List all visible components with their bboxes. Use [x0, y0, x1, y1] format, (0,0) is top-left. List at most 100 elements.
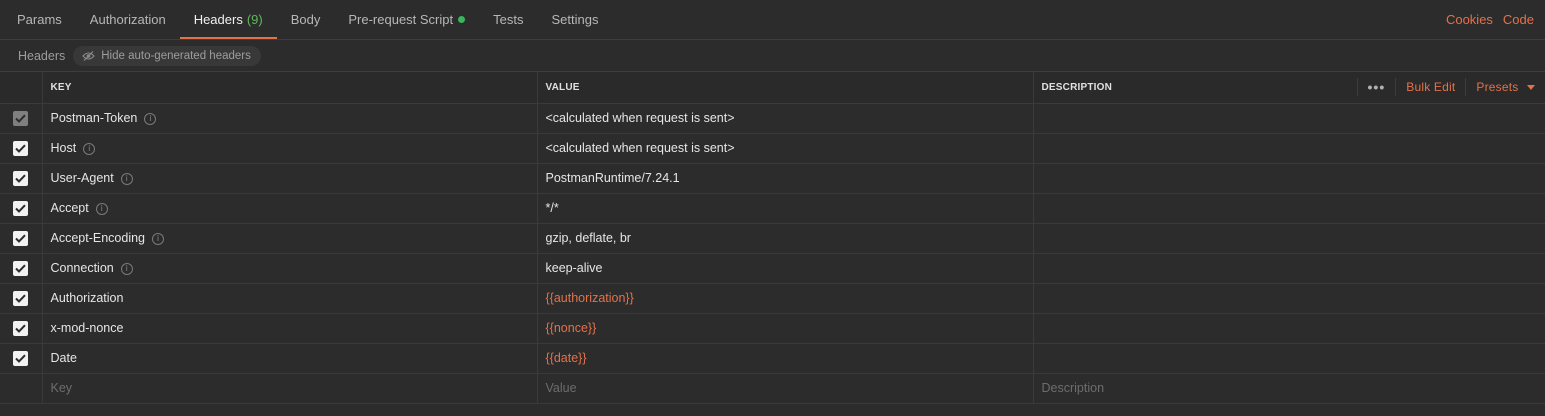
header-key-cell[interactable]: Accept i	[41, 192, 538, 224]
row-checkbox[interactable]	[13, 230, 29, 246]
row-checkbox-cell	[0, 222, 43, 254]
header-value: {{authorization}}	[545, 291, 634, 305]
new-value-input[interactable]: Value	[536, 372, 1034, 404]
header-key-cell[interactable]: Authorization	[41, 282, 538, 314]
headers-table: KEY VALUE DESCRIPTION ••• Bulk Edit Pres…	[0, 72, 1545, 404]
header-description-cell[interactable]	[1032, 162, 1545, 194]
info-icon[interactable]: i	[152, 232, 165, 245]
header-description-cell[interactable]	[1032, 132, 1545, 164]
tab-tests[interactable]: Tests	[479, 0, 537, 39]
info-icon[interactable]: i	[144, 112, 157, 125]
tab-authorization[interactable]: Authorization	[76, 0, 180, 39]
row-checkbox-cell	[0, 132, 43, 164]
empty-checkbox-cell	[0, 372, 43, 404]
caret-down-icon	[1526, 84, 1535, 90]
header-key-cell[interactable]: Date	[41, 342, 538, 374]
new-key-input[interactable]: Key	[41, 372, 538, 404]
table-header-row: KEY VALUE DESCRIPTION ••• Bulk Edit Pres…	[0, 72, 1545, 104]
new-header-row: Key Value Description	[0, 372, 1545, 404]
row-checkbox[interactable]	[13, 350, 29, 366]
header-value-cell[interactable]: {{authorization}}	[536, 282, 1034, 314]
table-row: Host i <calculated when request is sent>	[0, 132, 1545, 164]
value-column-header: VALUE	[536, 72, 1034, 104]
row-checkbox[interactable]	[13, 200, 29, 216]
header-value: PostmanRuntime/7.24.1	[545, 171, 680, 185]
header-value-cell[interactable]: <calculated when request is sent>	[536, 102, 1034, 134]
row-checkbox	[13, 110, 29, 126]
header-description-cell[interactable]	[1032, 102, 1545, 134]
code-link[interactable]: Code	[1503, 12, 1534, 27]
header-value-cell[interactable]: PostmanRuntime/7.24.1	[536, 162, 1034, 194]
info-icon[interactable]: i	[120, 172, 133, 185]
header-value-cell[interactable]: keep-alive	[536, 252, 1034, 284]
row-checkbox[interactable]	[13, 320, 29, 336]
header-value: */*	[545, 201, 559, 215]
tab-label: Settings	[551, 12, 599, 27]
header-description-cell[interactable]	[1032, 342, 1545, 374]
header-value-cell[interactable]: <calculated when request is sent>	[536, 132, 1034, 164]
header-key-cell[interactable]: x-mod-nonce	[41, 312, 538, 344]
header-key-cell[interactable]: Accept-Encoding i	[41, 222, 538, 254]
tab-label: Pre-request Script	[348, 12, 454, 27]
select-column-header	[0, 72, 43, 104]
header-description-cell[interactable]	[1032, 222, 1545, 254]
header-description-cell[interactable]	[1032, 282, 1545, 314]
info-icon[interactable]: i	[95, 202, 108, 215]
check-icon	[15, 174, 26, 183]
header-description-cell[interactable]	[1032, 252, 1545, 284]
row-checkbox[interactable]	[13, 140, 29, 156]
row-checkbox-cell	[0, 282, 43, 314]
tab-label: Tests	[493, 12, 524, 27]
header-key-cell[interactable]: Connection i	[41, 252, 538, 284]
header-value: <calculated when request is sent>	[545, 141, 735, 155]
table-row: x-mod-nonce {{nonce}}	[0, 312, 1545, 344]
description-column-label: DESCRIPTION	[1041, 81, 1113, 93]
status-dot-icon	[458, 16, 466, 23]
header-key: x-mod-nonce	[50, 321, 124, 335]
tab-label: Params	[17, 12, 62, 27]
header-value: {{date}}	[545, 351, 587, 365]
row-checkbox[interactable]	[13, 170, 29, 186]
header-key: Accept-Encoding	[50, 231, 146, 245]
header-key-cell[interactable]: Postman-Token i	[41, 102, 538, 134]
header-value: <calculated when request is sent>	[545, 111, 735, 125]
header-description-cell[interactable]	[1032, 192, 1545, 224]
bulk-edit-button[interactable]: Bulk Edit	[1395, 78, 1465, 97]
tab-label: Headers	[193, 12, 243, 27]
row-checkbox-cell	[0, 102, 43, 134]
table-row: Connection i keep-alive	[0, 252, 1545, 284]
table-row: Accept i */*	[0, 192, 1545, 224]
header-key: Connection	[50, 261, 114, 275]
tab-params[interactable]: Params	[0, 0, 76, 39]
tab-headers[interactable]: Headers (9)	[179, 0, 277, 39]
tab-body[interactable]: Body	[277, 0, 335, 39]
more-options-button[interactable]: •••	[1356, 78, 1396, 97]
header-description-cell[interactable]	[1032, 312, 1545, 344]
table-row: Accept-Encoding i gzip, deflate, br	[0, 222, 1545, 254]
info-icon[interactable]: i	[83, 142, 96, 155]
header-value: {{nonce}}	[545, 321, 597, 335]
header-key-cell[interactable]: Host i	[41, 132, 538, 164]
new-description-input[interactable]: Description	[1032, 372, 1545, 404]
headers-subbar: Headers Hide auto-generated headers	[0, 40, 1545, 72]
row-checkbox-cell	[0, 252, 43, 284]
header-value-cell[interactable]: */*	[536, 192, 1034, 224]
row-checkbox[interactable]	[13, 260, 29, 276]
presets-label: Presets	[1476, 80, 1519, 95]
header-key-cell[interactable]: User-Agent i	[41, 162, 538, 194]
header-value-cell[interactable]: {{nonce}}	[536, 312, 1034, 344]
tab-pre-request-script[interactable]: Pre-request Script	[334, 0, 479, 39]
header-value-cell[interactable]: {{date}}	[536, 342, 1034, 374]
header-key: Accept	[50, 201, 89, 215]
header-key: User-Agent	[50, 171, 114, 185]
presets-dropdown[interactable]: Presets	[1465, 78, 1544, 97]
check-icon	[15, 234, 26, 243]
header-value-cell[interactable]: gzip, deflate, br	[536, 222, 1034, 254]
row-checkbox[interactable]	[13, 290, 29, 306]
header-value: keep-alive	[545, 261, 603, 275]
info-icon[interactable]: i	[120, 262, 133, 275]
hide-auto-generated-toggle[interactable]: Hide auto-generated headers	[73, 45, 261, 66]
tab-settings[interactable]: Settings	[537, 0, 612, 39]
check-icon	[15, 204, 26, 213]
cookies-link[interactable]: Cookies	[1446, 12, 1493, 27]
